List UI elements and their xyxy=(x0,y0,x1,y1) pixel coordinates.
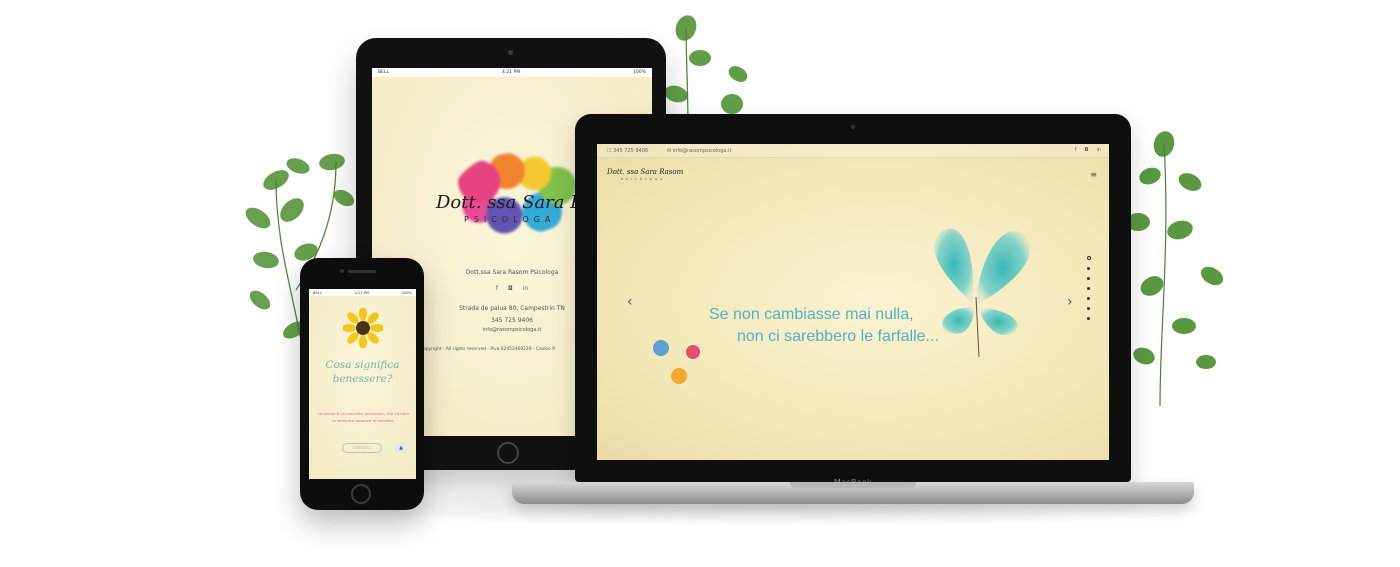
slider-prev-arrow[interactable]: ‹ xyxy=(627,294,633,310)
slider-dot[interactable] xyxy=(1087,287,1090,290)
phone-screen: BELL 4:21 PM 100% Cosa significa benesse… xyxy=(309,289,416,479)
status-battery: 100% xyxy=(633,70,646,75)
topbar-phone[interactable]: ☐ 345 725 9406 xyxy=(607,148,648,154)
status-carrier: BELL xyxy=(313,290,322,295)
laptop-camera xyxy=(851,125,855,129)
phone-device: BELL 4:21 PM 100% Cosa significa benesse… xyxy=(300,258,424,510)
status-carrier: BELL xyxy=(378,70,389,75)
laptop-screen: ☐ 345 725 9406 ✉ info@rasompsicologa.it … xyxy=(597,144,1109,460)
menu-icon[interactable]: ≡ xyxy=(1090,170,1097,179)
site-top-bar: ☐ 345 725 9406 ✉ info@rasompsicologa.it … xyxy=(597,144,1109,158)
status-time: 4:21 PM xyxy=(354,290,369,295)
footer-copyright: Copyright - All rights reserved - Piva 0… xyxy=(420,347,555,352)
linkedin-icon[interactable]: in xyxy=(1096,147,1101,153)
phone-body-text: La salute è un concetto personale, che v… xyxy=(317,411,410,423)
tablet-home-button xyxy=(497,442,519,464)
slider-dots xyxy=(1087,256,1091,320)
phone-camera xyxy=(340,269,344,273)
scroll-up-icon[interactable]: ▲ xyxy=(395,443,407,453)
plant-right-icon xyxy=(1126,131,1224,406)
slider-dot[interactable] xyxy=(1087,277,1090,280)
laptop-base xyxy=(512,482,1194,504)
laptop-notch xyxy=(790,482,916,488)
slider-dot[interactable] xyxy=(1087,297,1090,300)
slider-dot[interactable] xyxy=(1087,307,1090,310)
laptop-device: ☐ 345 725 9406 ✉ info@rasompsicologa.it … xyxy=(575,114,1131,487)
phone-page: Cosa significa benessere? La salute è un… xyxy=(309,296,416,479)
slider-dot-active[interactable] xyxy=(1087,256,1091,260)
phone-speaker xyxy=(348,270,376,273)
slider-next-arrow[interactable]: › xyxy=(1067,294,1073,310)
tablet-status-bar: BELL 4:21 PM 100% xyxy=(372,68,652,77)
linkedin-icon[interactable]: in xyxy=(523,285,528,292)
instagram-icon[interactable]: ◘ xyxy=(1084,147,1088,153)
contact-button[interactable]: CONTATTA xyxy=(342,443,382,453)
slider-dot[interactable] xyxy=(1087,317,1090,320)
slide-quote-line-1: Se non cambiasse mai nulla, xyxy=(709,306,914,323)
logo-subtitle: PSICOLOGA xyxy=(464,215,556,224)
watercolor-dots-icon xyxy=(653,340,700,384)
device-mockup-scene: BELL 4:21 PM 100% Dott. ssa Sara Rasom P… xyxy=(0,0,1400,567)
site-logo-subtitle: PSICOLOGA xyxy=(621,177,666,181)
slide-quote-line-2: non ci sarebbero le farfalle... xyxy=(737,328,939,345)
phone-heading-line-2: benessere? xyxy=(332,373,393,385)
topbar-social: f ◘ in xyxy=(1075,147,1101,153)
phone-status-bar: BELL 4:21 PM 100% xyxy=(309,289,416,296)
butterfly-icon xyxy=(934,228,1030,358)
status-time: 4:21 PM xyxy=(501,70,521,75)
sunflower-icon xyxy=(343,308,383,348)
phone-home-button xyxy=(351,484,371,504)
site-logo[interactable]: Dott. ssa Sara Rasom xyxy=(607,168,683,176)
phone-heading-line-1: Cosa significa xyxy=(325,359,400,371)
slider-dot[interactable] xyxy=(1087,267,1090,270)
topbar-email[interactable]: ✉ info@rasompsicologa.it xyxy=(667,148,731,154)
facebook-icon[interactable]: f xyxy=(1075,147,1077,153)
tablet-camera xyxy=(508,50,513,55)
phone-heading: Cosa significa benessere? xyxy=(309,358,416,386)
instagram-icon[interactable]: ◘ xyxy=(508,285,513,292)
status-battery: 100% xyxy=(401,290,412,295)
facebook-icon[interactable]: f xyxy=(496,285,498,292)
